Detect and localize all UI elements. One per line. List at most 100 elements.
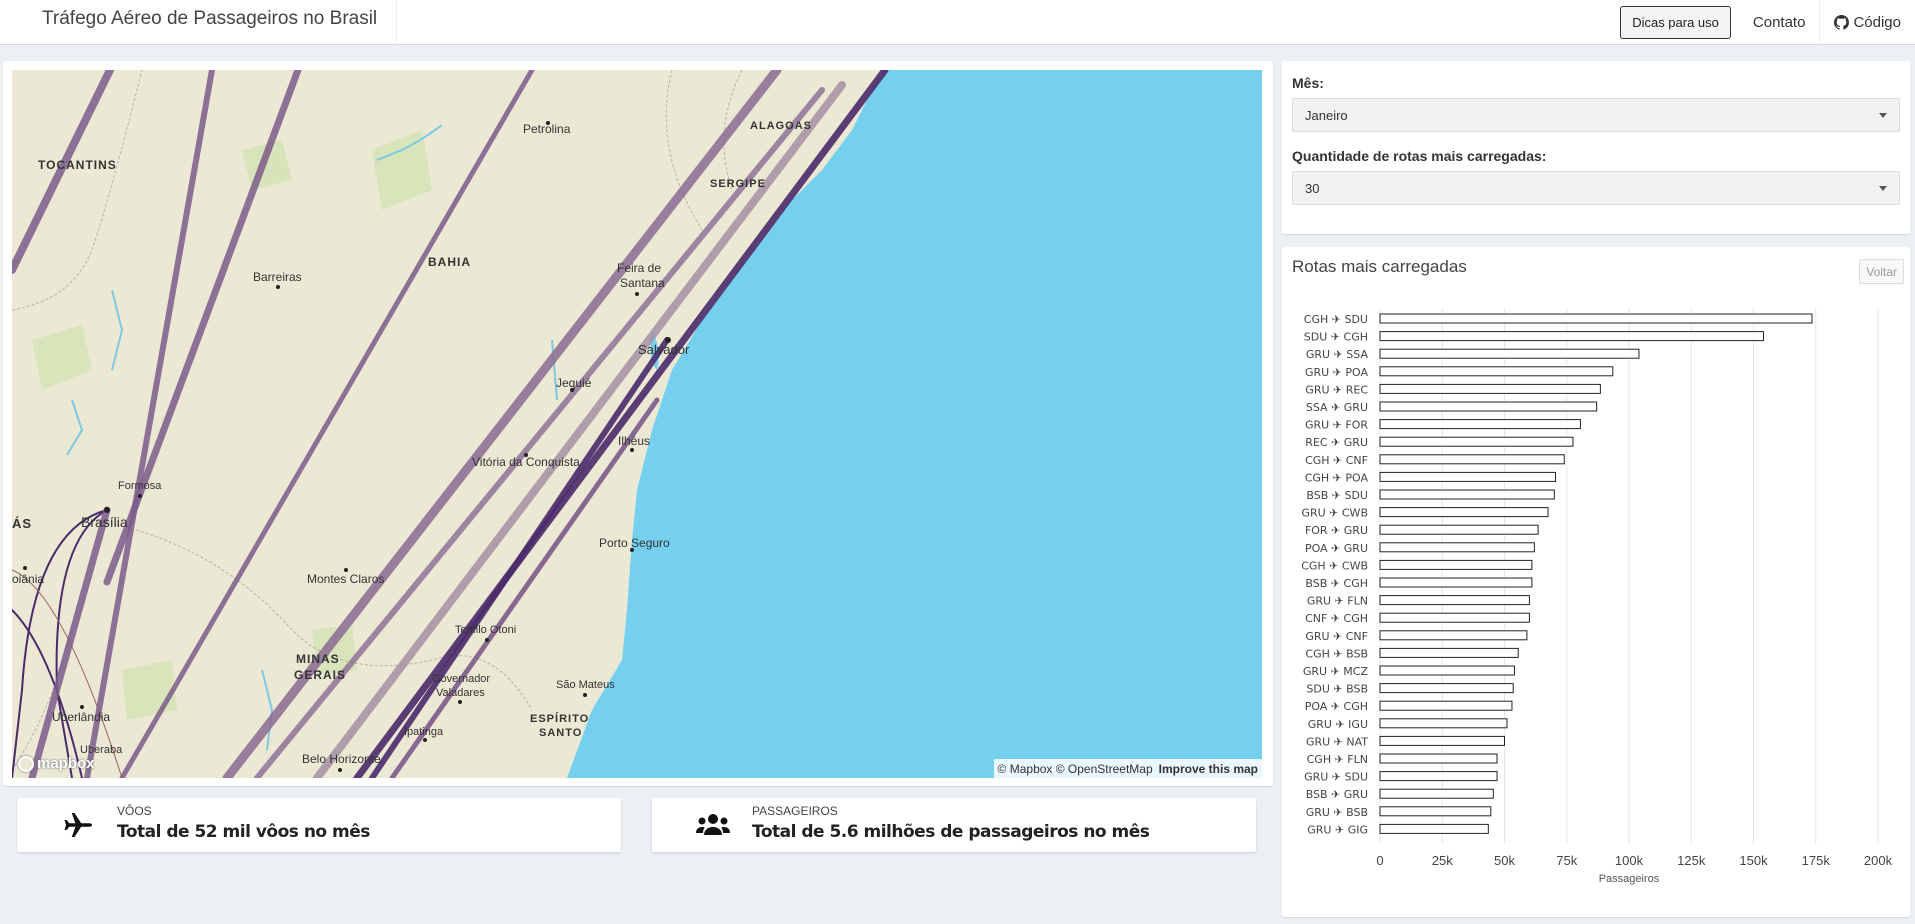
- city-label-feira: Feira de: [617, 261, 662, 275]
- city-label-jequie: Jequié: [556, 376, 592, 390]
- chevron-down-icon: [1879, 186, 1887, 191]
- bar: [1379, 788, 1494, 799]
- tips-button[interactable]: Dicas para uso: [1620, 6, 1731, 39]
- contact-link[interactable]: Contato: [1739, 0, 1820, 45]
- bar-category-label: GRU ✈ SSA: [1306, 348, 1369, 361]
- state-label-gerais: GERAIS: [294, 668, 347, 682]
- city-label-brasilia: Brasília: [81, 514, 128, 530]
- bar-category-label: CGH ✈ POA: [1305, 471, 1369, 484]
- bar: [1379, 401, 1598, 412]
- bar-category-label: GRU ✈ NAT: [1306, 735, 1368, 748]
- routes-count-select-value: 30: [1305, 180, 1320, 196]
- state-label-espirito: ESPÍRITO: [530, 713, 590, 725]
- map-attribution: © Mapbox © OpenStreetMap Improve this ma…: [993, 759, 1262, 778]
- bar: [1379, 559, 1533, 570]
- city-label-porto-seguro: Porto Seguro: [599, 536, 670, 550]
- x-tick-label: 150k: [1739, 853, 1768, 868]
- city-label-montes-claros: Montes Claros: [307, 572, 385, 586]
- city-label-santana: Santana: [620, 276, 665, 290]
- bar-category-label: GRU ✈ CWB: [1301, 507, 1368, 520]
- bar-category-label: GRU ✈ FLN: [1307, 595, 1368, 608]
- bar: [1379, 665, 1515, 676]
- bar-category-label: GRU ✈ MCZ: [1303, 665, 1369, 678]
- city-label-valadares: Valadares: [436, 687, 485, 699]
- bar: [1379, 348, 1640, 359]
- state-label-goias: ÁS: [12, 516, 33, 531]
- flights-label: VÔOS: [117, 804, 152, 818]
- bar: [1379, 454, 1565, 465]
- routes-count-label: Quantidade de rotas mais carregadas:: [1292, 148, 1547, 164]
- bar-category-label: SSA ✈ GRU: [1306, 401, 1368, 414]
- bar-category-label: GRU ✈ POA: [1305, 366, 1369, 379]
- bar-category-label: BSB ✈ CGH: [1305, 577, 1368, 590]
- bar: [1379, 823, 1489, 834]
- bar-category-label: CNF ✈ CGH: [1305, 612, 1368, 625]
- mapbox-logo-icon: [18, 755, 34, 772]
- top-routes-bar-chart[interactable]: 0 25k 50k 75k 100k 125k 150k 175k 200k CGH ✈ SDU S…: [1282, 302, 1910, 917]
- x-tick-label: 175k: [1802, 853, 1831, 868]
- bar-category-label: GRU ✈ REC: [1305, 383, 1368, 396]
- mapbox-logo[interactable]: mapbox: [18, 755, 95, 772]
- bar-category-label: FOR ✈ GRU: [1305, 524, 1368, 537]
- bar-category-label: GRU ✈ SDU: [1304, 771, 1368, 784]
- bar-category-label: SDU ✈ CGH: [1304, 331, 1368, 344]
- city-label-uberlandia: Uberlândia: [52, 710, 111, 724]
- bar: [1379, 595, 1530, 606]
- bar: [1379, 507, 1549, 518]
- city-label-belo-horizonte: Belo Horizonte: [302, 752, 381, 766]
- bar: [1379, 366, 1614, 377]
- bar: [1379, 806, 1492, 817]
- state-label-santo: SANTO: [539, 727, 583, 739]
- bar: [1379, 542, 1535, 553]
- route-map[interactable]: TOCANTINS BAHIA ALAGOAS SERGIPE MINAS GE…: [12, 70, 1262, 778]
- bar-category-label: BSB ✈ GRU: [1306, 788, 1368, 801]
- back-button[interactable]: Voltar: [1859, 259, 1904, 284]
- code-link[interactable]: Código: [1819, 0, 1915, 45]
- city-label-salvador: Salvador: [638, 342, 690, 357]
- attribution-text[interactable]: © Mapbox © OpenStreetMap: [998, 762, 1153, 776]
- bar: [1379, 647, 1519, 658]
- bar: [1379, 771, 1498, 782]
- city-label-goiania: oiânia: [12, 572, 45, 586]
- city-label-governador: Governador: [432, 673, 491, 685]
- city-label-teofilo-otoni: Teófilo Otoni: [455, 624, 517, 636]
- x-tick-label: 75k: [1556, 853, 1577, 868]
- nav-right: Dicas para uso Contato Código: [1620, 0, 1915, 45]
- bar: [1379, 471, 1557, 482]
- bar: [1379, 718, 1508, 729]
- controls-panel: Mês: Janeiro Quantidade de rotas mais ca…: [1282, 61, 1910, 234]
- bar-category-label: CGH ✈ FLN: [1307, 753, 1368, 766]
- passengers-label: PASSAGEIROS: [752, 804, 838, 818]
- bar: [1379, 489, 1555, 500]
- users-icon: [674, 804, 752, 846]
- month-select-value: Janeiro: [1305, 107, 1348, 123]
- mapbox-logo-text: mapbox: [37, 755, 95, 772]
- improve-map-link[interactable]: Improve this map: [1159, 762, 1258, 776]
- bar: [1379, 577, 1533, 588]
- map-canvas[interactable]: [12, 70, 1262, 778]
- flights-value: Total de 52 mil vôos no mês: [117, 822, 370, 842]
- x-tick-label: 125k: [1677, 853, 1706, 868]
- city-label-barreiras: Barreiras: [253, 270, 302, 284]
- routes-count-select[interactable]: 30: [1292, 171, 1900, 205]
- month-select[interactable]: Janeiro: [1292, 98, 1900, 132]
- bar: [1379, 313, 1813, 324]
- x-tick-label: 25k: [1432, 853, 1453, 868]
- city-label-ipatinga: Ipatinga: [404, 726, 444, 738]
- chart-title: Rotas mais carregadas: [1292, 257, 1467, 276]
- city-label-ilheus: Ilhéus: [618, 434, 651, 448]
- bar-category-label: POA ✈ GRU: [1305, 542, 1368, 555]
- bar-category-label: CGH ✈ CNF: [1305, 454, 1368, 467]
- bar-category-label: BSB ✈ SDU: [1306, 489, 1368, 502]
- map-panel: TOCANTINS BAHIA ALAGOAS SERGIPE MINAS GE…: [3, 61, 1273, 786]
- city-label-vitoria-conquista: Vitória da Conquista: [472, 455, 580, 469]
- state-label-minas: MINAS: [296, 652, 340, 666]
- bar-category-label: CGH ✈ BSB: [1305, 647, 1368, 660]
- x-axis-label: Passageiros: [1599, 873, 1660, 885]
- passengers-value: Total de 5.6 milhões de passageiros no m…: [752, 822, 1150, 842]
- bar-category-label: POA ✈ CGH: [1305, 700, 1368, 713]
- bar-category-label: REC ✈ GRU: [1305, 436, 1368, 449]
- state-label-alagoas: ALAGOAS: [750, 120, 812, 132]
- bar-category-label: GRU ✈ FOR: [1305, 419, 1368, 432]
- bar-category-label: GRU ✈ BSB: [1306, 806, 1368, 819]
